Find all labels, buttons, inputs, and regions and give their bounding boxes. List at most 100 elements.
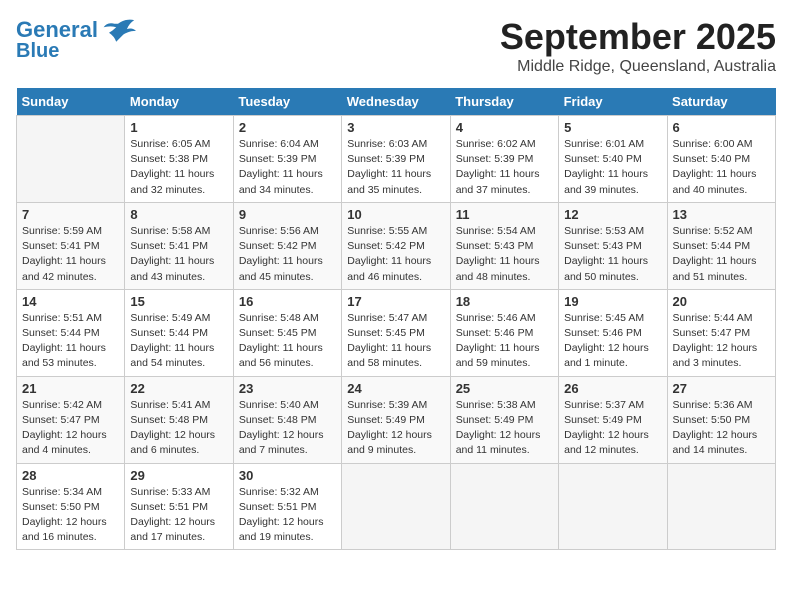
day-number: 12 [564, 207, 661, 222]
calendar-cell: 12 Sunrise: 5:53 AMSunset: 5:43 PMDayligh… [559, 202, 667, 289]
day-number: 2 [239, 120, 336, 135]
daylight-text: Daylight: 11 hours and 46 minutes. [347, 255, 431, 282]
sunset-text: Sunset: 5:49 PM [456, 414, 534, 426]
day-number: 18 [456, 294, 553, 309]
sunset-text: Sunset: 5:47 PM [673, 327, 751, 339]
daylight-text: Daylight: 11 hours and 54 minutes. [130, 342, 214, 369]
logo: General Blue [16, 16, 136, 63]
day-info: Sunrise: 5:39 AMSunset: 5:49 PMDaylight:… [347, 398, 444, 459]
sunrise-text: Sunrise: 5:40 AM [239, 399, 319, 411]
calendar-table: SundayMondayTuesdayWednesdayThursdayFrid… [16, 88, 776, 550]
calendar-cell: 11Sunrise: 5:54 AMSunset: 5:43 PMDayligh… [450, 202, 558, 289]
daylight-text: Daylight: 11 hours and 45 minutes. [239, 255, 323, 282]
day-number: 1 [130, 120, 227, 135]
daylight-text: Daylight: 11 hours and 59 minutes. [456, 342, 540, 369]
logo-general: General [16, 17, 98, 42]
header-tuesday: Tuesday [233, 88, 341, 116]
daylight-text: Daylight: 11 hours and 34 minutes. [239, 168, 323, 195]
day-info: Sunrise: 5:46 AMSunset: 5:46 PMDaylight:… [456, 311, 553, 372]
sunset-text: Sunset: 5:46 PM [456, 327, 534, 339]
day-info: Sunrise: 6:02 AM Sunset: 5:39 PM Daylight:… [456, 137, 553, 198]
sunset-text: Sunset: 5:39 PM [456, 153, 534, 165]
day-info: Sunrise: 5:38 AMSunset: 5:49 PMDaylight:… [456, 398, 553, 459]
sunrise-text: Sunrise: 5:36 AM [673, 399, 753, 411]
day-number: 14 [22, 294, 119, 309]
calendar-cell: 6Sunrise: 6:00 AMSunset: 5:40 PMDaylight… [667, 116, 775, 203]
header-saturday: Saturday [667, 88, 775, 116]
day-info: Sunrise: 5:56 AMSunset: 5:42 PMDaylight:… [239, 224, 336, 285]
sunrise-text: Sunrise: 6:04 AM [239, 138, 319, 150]
day-number: 29 [130, 468, 227, 483]
sunrise-text: Sunrise: 5:44 AM [673, 312, 753, 324]
day-info: Sunrise: 5:45 AMSunset: 5:46 PMDaylight:… [564, 311, 661, 372]
daylight-text: Daylight: 12 hours and 11 minutes. [456, 429, 541, 456]
sunrise-text: Sunrise: 5:49 AM [130, 312, 210, 324]
calendar-cell: 18 Sunrise: 5:46 AMSunset: 5:46 PMDayligh… [450, 289, 558, 376]
day-info: Sunrise: 5:53 AMSunset: 5:43 PMDaylight:… [564, 224, 661, 285]
sunrise-text: Sunrise: 6:02 AM [456, 138, 536, 150]
day-info: Sunrise: 5:59 AMSunset: 5:41 PMDaylight:… [22, 224, 119, 285]
daylight-text: Daylight: 11 hours and 50 minutes. [564, 255, 648, 282]
sunset-text: Sunset: 5:49 PM [347, 414, 425, 426]
sunset-text: Sunset: 5:51 PM [130, 501, 208, 513]
calendar-cell: 2 Sunrise: 6:04 AMSunset: 5:39 PMDaylight… [233, 116, 341, 203]
sunset-text: Sunset: 5:44 PM [130, 327, 208, 339]
sunrise-text: Sunrise: 5:39 AM [347, 399, 427, 411]
daylight-text: Daylight: 11 hours and 51 minutes. [673, 255, 757, 282]
daylight-text: Daylight: 12 hours and 3 minutes. [673, 342, 758, 369]
daylight-text: Daylight: 12 hours and 14 minutes. [673, 429, 758, 456]
calendar-cell: 10Sunrise: 5:55 AMSunset: 5:42 PMDayligh… [342, 202, 450, 289]
day-info: Sunrise: 5:41 AMSunset: 5:48 PMDaylight:… [130, 398, 227, 459]
daylight-text: Daylight: 11 hours and 32 minutes. [130, 168, 214, 195]
day-info: Sunrise: 6:04 AMSunset: 5:39 PMDaylight:… [239, 137, 336, 198]
sunrise-text: Sunrise: 6:00 AM [673, 138, 753, 150]
sunset-text: Sunset: 5:45 PM [347, 327, 425, 339]
header-sunday: Sunday [17, 88, 125, 116]
day-number: 17 [347, 294, 444, 309]
header-friday: Friday [559, 88, 667, 116]
sunrise-text: Sunrise: 5:54 AM [456, 225, 536, 237]
sunrise-text: Sunrise: 5:48 AM [239, 312, 319, 324]
sunrise-text: Sunrise: 5:41 AM [130, 399, 210, 411]
sunrise-text: Sunrise: 5:45 AM [564, 312, 644, 324]
day-number: 10 [347, 207, 444, 222]
day-number: 25 [456, 381, 553, 396]
day-info: Sunrise: 5:49 AM Sunset: 5:44 PM Daylight:… [130, 311, 227, 372]
calendar-cell: 22Sunrise: 5:41 AMSunset: 5:48 PMDayligh… [125, 376, 233, 463]
daylight-text: Daylight: 12 hours and 7 minutes. [239, 429, 324, 456]
day-number: 21 [22, 381, 119, 396]
week-row-4: 21 Sunrise: 5:42 AM Sunset: 5:47 PM Dayligh… [17, 376, 776, 463]
day-number: 8 [130, 207, 227, 222]
daylight-text: Daylight: 12 hours and 4 minutes. [22, 429, 107, 456]
day-number: 20 [673, 294, 770, 309]
day-info: Sunrise: 5:37 AMSunset: 5:49 PMDaylight:… [564, 398, 661, 459]
sunset-text: Sunset: 5:44 PM [673, 240, 751, 252]
calendar-cell: 27Sunrise: 5:36 AMSunset: 5:50 PMDayligh… [667, 376, 775, 463]
week-row-1: 1Sunrise: 6:05 AMSunset: 5:38 PMDaylight… [17, 116, 776, 203]
sunrise-text: Sunrise: 5:34 AM [22, 486, 102, 498]
header-monday: Monday [125, 88, 233, 116]
day-info: Sunrise: 6:00 AMSunset: 5:40 PMDaylight:… [673, 137, 770, 198]
daylight-text: Daylight: 12 hours and 19 minutes. [239, 516, 324, 543]
calendar-cell: 25 Sunrise: 5:38 AMSunset: 5:49 PMDayligh… [450, 376, 558, 463]
day-info: Sunrise: 5:34 AMSunset: 5:50 PMDaylight:… [22, 485, 119, 546]
daylight-text: Daylight: 11 hours and 37 minutes. [456, 168, 540, 195]
sunrise-text: Sunrise: 5:56 AM [239, 225, 319, 237]
sunrise-text: Sunrise: 5:47 AM [347, 312, 427, 324]
daylight-text: Daylight: 12 hours and 16 minutes. [22, 516, 107, 543]
day-info: Sunrise: 5:33 AMSunset: 5:51 PMDaylight:… [130, 485, 227, 546]
logo-bird-icon [100, 16, 136, 44]
sunrise-text: Sunrise: 5:33 AM [130, 486, 210, 498]
sunrise-text: Sunrise: 6:03 AM [347, 138, 427, 150]
daylight-text: Daylight: 11 hours and 35 minutes. [347, 168, 431, 195]
week-row-5: 28Sunrise: 5:34 AMSunset: 5:50 PMDayligh… [17, 463, 776, 550]
daylight-text: Daylight: 11 hours and 53 minutes. [22, 342, 106, 369]
sunset-text: Sunset: 5:43 PM [456, 240, 534, 252]
sunrise-text: Sunrise: 5:42 AM [22, 399, 102, 411]
sunset-text: Sunset: 5:47 PM [22, 414, 100, 426]
day-number: 24 [347, 381, 444, 396]
sunrise-text: Sunrise: 5:52 AM [673, 225, 753, 237]
calendar-cell [450, 463, 558, 550]
day-info: Sunrise: 6:03 AMSunset: 5:39 PMDaylight:… [347, 137, 444, 198]
sunrise-text: Sunrise: 6:05 AM [130, 138, 210, 150]
